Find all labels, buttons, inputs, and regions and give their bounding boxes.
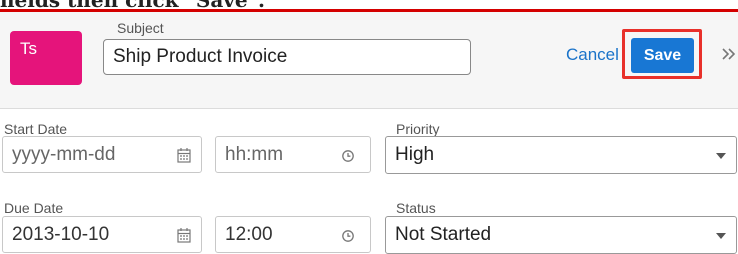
record-header: Ts Subject Cancel Save: [0, 12, 738, 109]
save-button[interactable]: Save: [631, 38, 694, 73]
due-date-label: Due Date: [4, 200, 64, 216]
due-date-value: 2013-10-10: [12, 224, 110, 245]
record-avatar: Ts: [10, 31, 82, 85]
due-time-input[interactable]: 12:00: [215, 216, 371, 253]
status-label: Status: [396, 200, 436, 216]
chevron-down-icon[interactable]: [716, 233, 726, 239]
priority-label: Priority: [396, 121, 440, 137]
status-value: Not Started: [395, 224, 492, 245]
priority-value: High: [395, 144, 435, 165]
status-select[interactable]: Not Started: [385, 216, 737, 254]
due-time-value: 12:00: [225, 224, 273, 245]
priority-select[interactable]: High: [385, 136, 737, 174]
calendar-icon[interactable]: [176, 226, 192, 244]
subject-input[interactable]: [103, 39, 471, 75]
chevron-down-icon[interactable]: [716, 153, 726, 159]
due-date-input[interactable]: 2013-10-10: [2, 216, 202, 253]
start-time-input[interactable]: hh:mm: [215, 136, 371, 173]
start-date-label: Start Date: [4, 121, 68, 137]
clock-icon[interactable]: [340, 226, 356, 244]
start-date-placeholder: yyyy-mm-dd: [12, 144, 116, 165]
subject-label: Subject: [117, 20, 164, 36]
calendar-icon[interactable]: [176, 146, 192, 164]
cancel-button[interactable]: Cancel: [566, 45, 619, 65]
start-time-placeholder: hh:mm: [225, 144, 284, 165]
start-date-input[interactable]: yyyy-mm-dd: [2, 136, 202, 173]
clock-icon[interactable]: [340, 146, 356, 164]
expand-chevron-icon[interactable]: [720, 42, 738, 66]
